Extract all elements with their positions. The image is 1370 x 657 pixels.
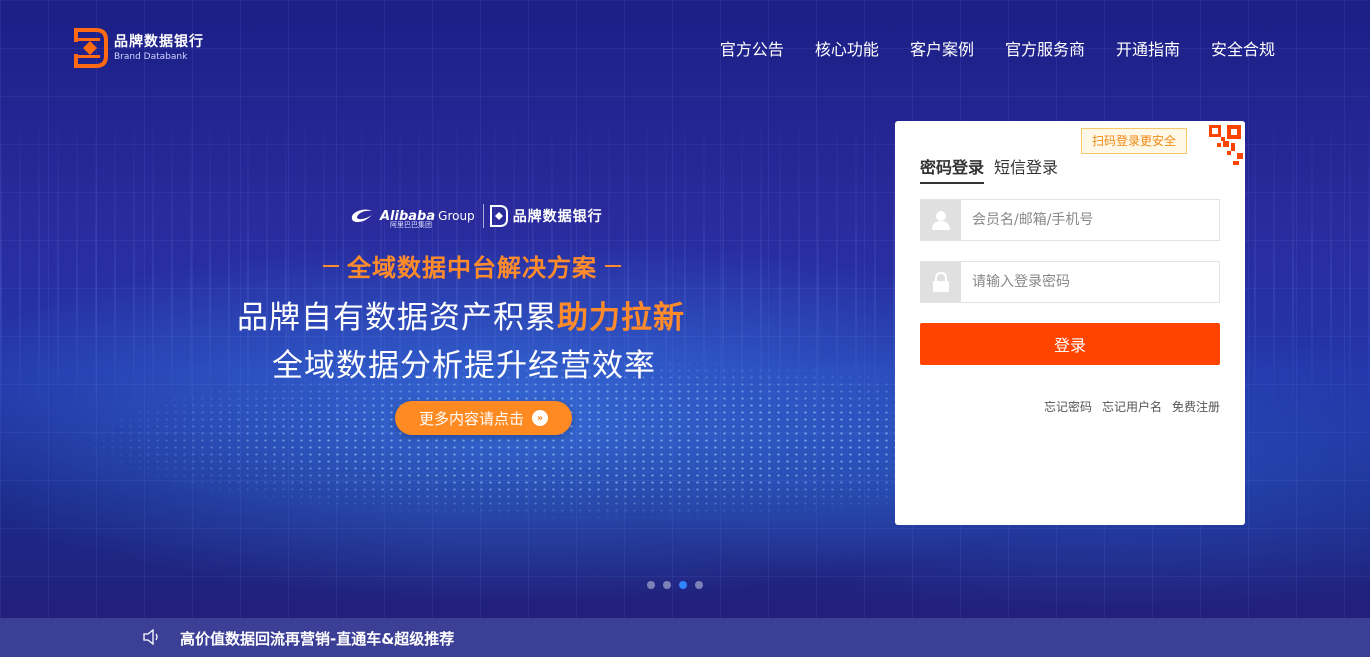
carousel-dot-active[interactable] bbox=[679, 581, 687, 589]
login-panel: 扫码登录更安全 密码登录 短信登录 会员名/邮箱/手机号 登录 忘记密码 忘记用… bbox=[895, 121, 1245, 525]
more-content-button[interactable]: 更多内容请点击 » bbox=[395, 401, 572, 435]
headline-1-main: 品牌自有数据资产积累 bbox=[237, 300, 557, 336]
tagline-dash-left bbox=[323, 264, 339, 267]
top-nav: 官方公告 核心功能 客户案例 官方服务商 开通指南 安全合规 bbox=[720, 36, 1275, 60]
tagline-text: 全域数据中台解决方案 bbox=[347, 254, 597, 282]
carousel-pager bbox=[647, 581, 703, 589]
carousel-dot[interactable] bbox=[695, 581, 703, 589]
logo-subtitle: Brand Databank bbox=[114, 52, 188, 62]
brand-logo-icon bbox=[74, 28, 108, 68]
double-chevron-right-icon: » bbox=[532, 410, 548, 426]
qr-login-tip: 扫码登录更安全 bbox=[1081, 128, 1193, 154]
alibaba-logo-icon bbox=[351, 209, 372, 223]
hero-banner[interactable]: 品牌数据银行 Brand Databank 官方公告 核心功能 客户案例 官方服… bbox=[0, 0, 1370, 618]
carousel-dot[interactable] bbox=[663, 581, 671, 589]
register-link[interactable]: 免费注册 bbox=[1172, 398, 1220, 415]
lock-icon bbox=[921, 262, 961, 302]
login-button[interactable]: 登录 bbox=[920, 323, 1220, 365]
forgot-password-link[interactable]: 忘记密码 bbox=[1044, 398, 1092, 415]
banner-tagline: 全域数据中台解决方案 bbox=[323, 248, 621, 283]
nav-announcements[interactable]: 官方公告 bbox=[720, 36, 784, 60]
password-field bbox=[920, 261, 1220, 303]
login-links: 忘记密码 忘记用户名 免费注册 bbox=[1044, 398, 1220, 415]
headline-1-highlight: 助力拉新 bbox=[557, 300, 685, 336]
user-icon bbox=[921, 200, 961, 240]
forgot-username-link[interactable]: 忘记用户名 bbox=[1102, 398, 1162, 415]
username-input[interactable] bbox=[961, 200, 1219, 240]
tagline-dash-right bbox=[605, 264, 621, 267]
partner-logos: Alibaba Group 阿里巴巴集团 品牌数据银行 bbox=[350, 204, 603, 229]
qr-code-icon[interactable] bbox=[1187, 121, 1245, 179]
nav-activation-guide[interactable]: 开通指南 bbox=[1116, 36, 1180, 60]
carousel-dot[interactable] bbox=[647, 581, 655, 589]
tab-password-login[interactable]: 密码登录 bbox=[920, 154, 985, 184]
password-input[interactable] bbox=[961, 262, 1219, 302]
nav-core-features[interactable]: 核心功能 bbox=[815, 36, 879, 60]
nav-security-compliance[interactable]: 安全合规 bbox=[1211, 36, 1275, 60]
alibaba-cn-text: 阿里巴巴集团 bbox=[390, 221, 432, 229]
notice-text[interactable]: 高价值数据回流再营销-直通车&超级推荐 bbox=[180, 628, 454, 649]
alibaba-group-text: Group bbox=[438, 209, 475, 223]
more-content-label: 更多内容请点击 bbox=[418, 409, 524, 428]
brand-databank-icon bbox=[489, 205, 508, 227]
logo-title: 品牌数据银行 bbox=[114, 34, 204, 50]
nav-customer-cases[interactable]: 客户案例 bbox=[910, 36, 974, 60]
partner-divider bbox=[482, 204, 484, 228]
login-tabs: 密码登录 短信登录 bbox=[920, 154, 1058, 184]
tab-sms-login[interactable]: 短信登录 bbox=[994, 154, 1058, 184]
notice-bar: 高价值数据回流再营销-直通车&超级推荐 bbox=[0, 618, 1370, 657]
site-logo[interactable]: 品牌数据银行 Brand Databank bbox=[74, 28, 204, 68]
username-field bbox=[920, 199, 1220, 241]
partner-brand-name: 品牌数据银行 bbox=[512, 209, 603, 225]
nav-service-providers[interactable]: 官方服务商 bbox=[1005, 36, 1085, 60]
banner-headline-1: 品牌自有数据资产积累助力拉新 bbox=[237, 292, 685, 337]
speaker-icon bbox=[143, 629, 158, 645]
banner-headline-2: 全域数据分析提升经营效率 bbox=[272, 348, 656, 384]
